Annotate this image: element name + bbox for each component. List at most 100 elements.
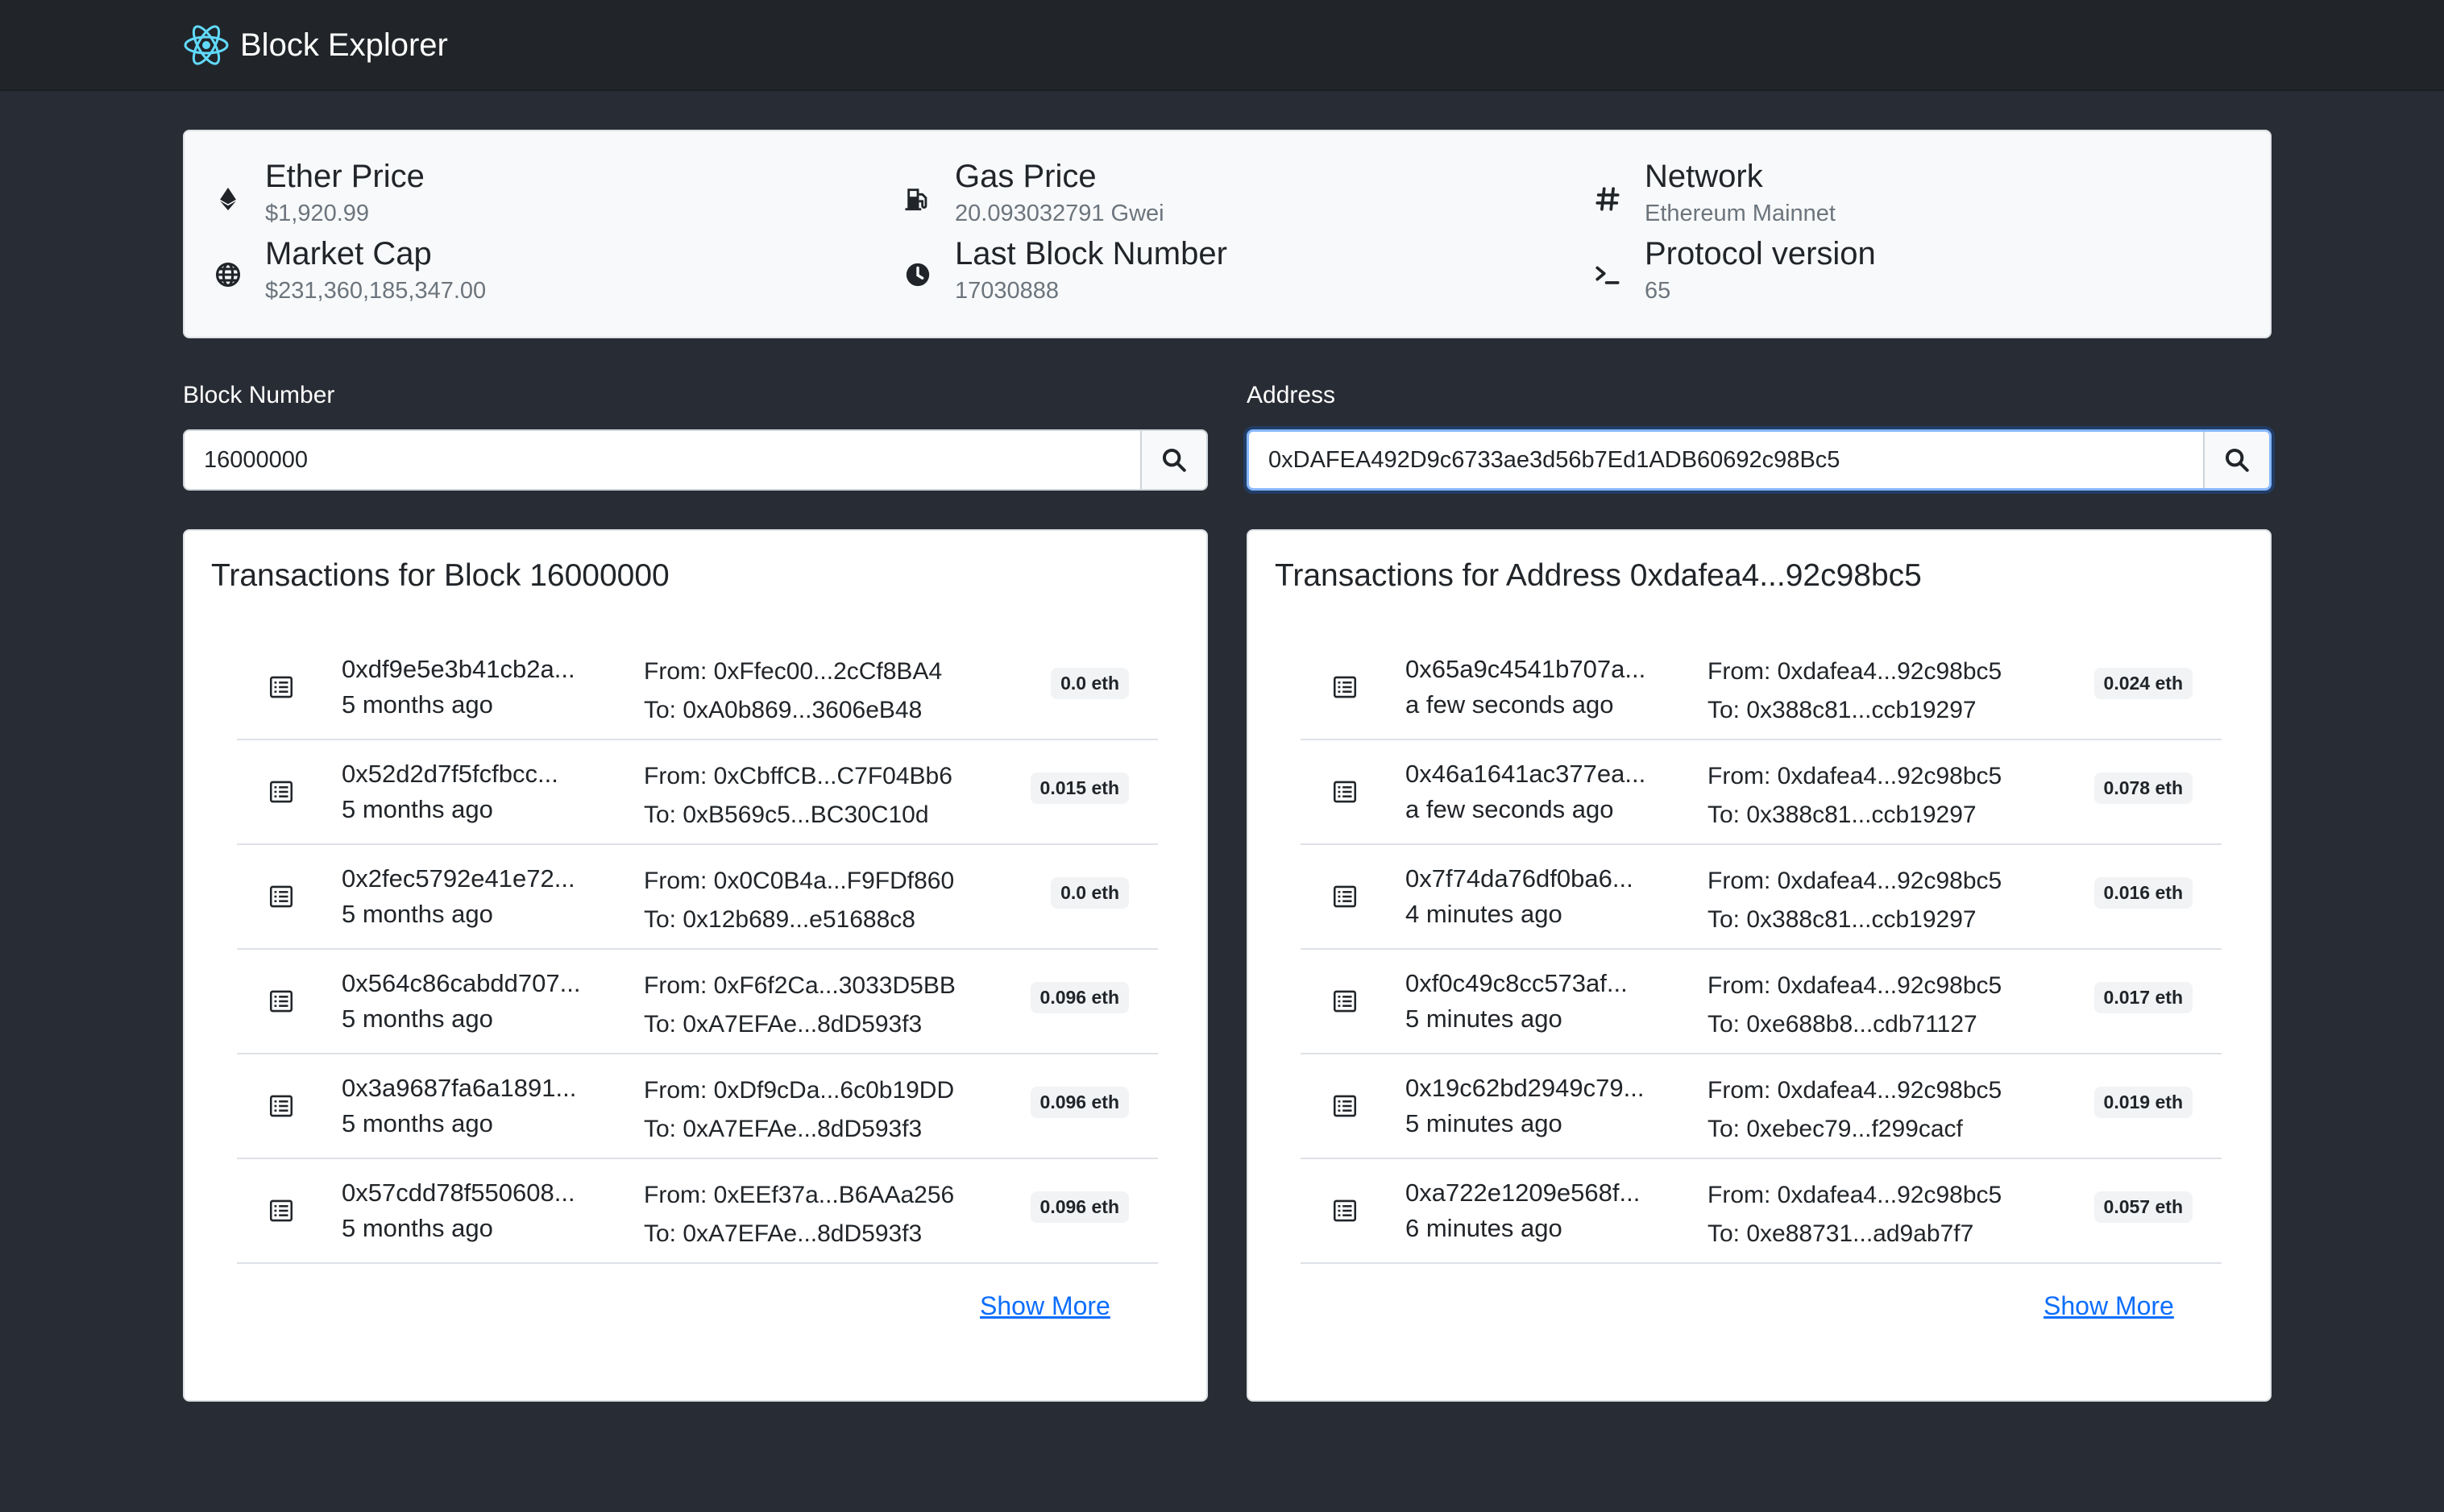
amount-badge: 0.016 eth [2093, 877, 2193, 909]
transaction-age: 5 months ago [342, 690, 493, 719]
address-search-button[interactable] [2203, 432, 2269, 488]
show-more-link[interactable]: Show More [980, 1291, 1110, 1321]
list-icon [268, 778, 295, 806]
amount-badge: 0.015 eth [1030, 773, 1129, 804]
transaction-row[interactable]: 0xa722e1209e568f... 6 minutes ago From: 0x… [1301, 1159, 2222, 1264]
transaction-hash[interactable]: 0xa722e1209e568f... [1405, 1179, 1640, 1208]
transaction-from: From: 0xdafea4...92c98bc5 [1707, 868, 2002, 894]
list-icon [268, 988, 295, 1015]
transaction-to: To: 0xB569c5...BC30C10d [644, 802, 929, 828]
list-icon [1331, 988, 1359, 1015]
transaction-to: To: 0xebec79...f299cacf [1707, 1116, 1963, 1142]
navbar: Block Explorer [0, 0, 2444, 91]
list-icon [1331, 778, 1359, 806]
transaction-from: From: 0xdafea4...92c98bc5 [1707, 1182, 2002, 1208]
transaction-from: From: 0xEEf37a...B6AAa256 [644, 1182, 955, 1208]
list-icon [268, 883, 295, 910]
transaction-age: 5 months ago [342, 900, 493, 928]
transaction-from: From: 0xCbffCB...C7F04Bb6 [644, 763, 952, 789]
amount-badge: 0.078 eth [2093, 773, 2193, 804]
transaction-hash[interactable]: 0x2fec5792e41e72... [342, 864, 575, 893]
transaction-age: 5 months ago [342, 1214, 493, 1242]
transaction-row[interactable]: 0x3a9687fa6a1891... 5 months ago From: 0xD… [237, 1054, 1158, 1159]
transaction-age: 5 minutes ago [1405, 1109, 1562, 1137]
globe-icon [212, 259, 244, 291]
stat-last-block: Last Block Number 17030888 [902, 233, 1227, 307]
amount-badge: 0.096 eth [1030, 1191, 1129, 1223]
amount-badge: 0.024 eth [2093, 668, 2193, 699]
address-transaction-list: 0x65a9c4541b707a... a few seconds ago From… [1301, 636, 2222, 1264]
list-icon [1331, 1092, 1359, 1120]
block-search-group [183, 429, 1208, 491]
transaction-to: To: 0x12b689...e51688c8 [644, 906, 915, 933]
transaction-row[interactable]: 0x2fec5792e41e72... 5 months ago From: 0x0… [237, 845, 1158, 950]
block-transactions-panel: Transactions for Block 16000000 0xdf9e5e… [183, 529, 1208, 1402]
transaction-hash[interactable]: 0x65a9c4541b707a... [1405, 655, 1645, 684]
transaction-age: 5 months ago [342, 1109, 493, 1137]
transaction-hash[interactable]: 0x57cdd78f550608... [342, 1179, 575, 1208]
transaction-to: To: 0x388c81...ccb19297 [1707, 906, 1977, 933]
show-more-link[interactable]: Show More [2044, 1291, 2174, 1321]
transaction-hash[interactable]: 0x19c62bd2949c79... [1405, 1074, 1644, 1103]
amount-badge: 0.0 eth [1051, 877, 1129, 909]
transaction-hash[interactable]: 0xdf9e5e3b41cb2a... [342, 655, 575, 684]
transaction-age: 5 minutes ago [1405, 1005, 1562, 1033]
stat-network: Network Ethereum Mainnet [1591, 155, 1836, 230]
clock-icon [902, 259, 934, 291]
address-input[interactable] [1249, 432, 2203, 488]
transaction-to: To: 0xe688b8...cdb71127 [1707, 1011, 1977, 1038]
transaction-hash[interactable]: 0x3a9687fa6a1891... [342, 1074, 576, 1103]
transaction-from: From: 0xDf9cDa...6c0b19DD [644, 1077, 955, 1104]
transaction-from: From: 0xdafea4...92c98bc5 [1707, 658, 2002, 685]
list-icon [268, 1197, 295, 1224]
block-number-input[interactable] [185, 431, 1140, 489]
address-label: Address [1247, 382, 1336, 408]
app-title: Block Explorer [240, 27, 448, 63]
transaction-age: 6 minutes ago [1405, 1214, 1562, 1242]
transaction-to: To: 0x388c81...ccb19297 [1707, 697, 1977, 723]
amount-badge: 0.0 eth [1051, 668, 1129, 699]
transaction-age: a few seconds ago [1405, 690, 1614, 719]
transaction-row[interactable]: 0x7f74da76df0ba6... 4 minutes ago From: 0x… [1301, 845, 2222, 950]
transaction-hash[interactable]: 0x7f74da76df0ba6... [1405, 864, 1633, 893]
transaction-row[interactable]: 0x46a1641ac377ea... a few seconds ago From… [1301, 740, 2222, 845]
transaction-row[interactable]: 0x52d2d7f5fcfbcc... 5 months ago From: 0xC… [237, 740, 1158, 845]
transaction-row[interactable]: 0x564c86cabdd707... 5 months ago From: 0xF… [237, 950, 1158, 1054]
brand[interactable]: Block Explorer [182, 21, 448, 69]
stat-value: 17030888 [955, 278, 1060, 304]
transaction-age: 4 minutes ago [1405, 900, 1562, 928]
stat-label: Market Cap [265, 236, 432, 271]
transaction-hash[interactable]: 0x564c86cabdd707... [342, 969, 580, 998]
transaction-to: To: 0xe88731...ad9ab7f7 [1707, 1220, 1974, 1247]
transaction-age: 5 months ago [342, 1005, 493, 1033]
panel-title: Transactions for Block 16000000 [211, 558, 670, 593]
transaction-from: From: 0xFfec00...2cCf8BA4 [644, 658, 943, 685]
block-search-button[interactable] [1140, 431, 1206, 489]
search-icon [2225, 448, 2249, 472]
transaction-to: To: 0xA7EFAe...8dD593f3 [644, 1011, 923, 1038]
transaction-from: From: 0xdafea4...92c98bc5 [1707, 1077, 2002, 1104]
list-icon [1331, 673, 1359, 701]
transaction-row[interactable]: 0x57cdd78f550608... 5 months ago From: 0xE… [237, 1159, 1158, 1264]
transaction-hash[interactable]: 0x52d2d7f5fcfbcc... [342, 760, 558, 789]
transaction-hash[interactable]: 0xf0c49c8cc573af... [1405, 969, 1628, 998]
stat-gas-price: Gas Price 20.093032791 Gwei [902, 155, 1164, 230]
ethereum-icon [212, 183, 244, 215]
transaction-row[interactable]: 0x65a9c4541b707a... a few seconds ago From… [1301, 636, 2222, 740]
transaction-from: From: 0xdafea4...92c98bc5 [1707, 972, 2002, 999]
stat-label: Gas Price [955, 159, 1097, 194]
hash-icon [1591, 183, 1624, 215]
stat-label: Last Block Number [955, 236, 1227, 271]
stat-value: $1,920.99 [265, 201, 370, 226]
address-search-group [1247, 429, 2272, 491]
block-number-label: Block Number [183, 382, 335, 408]
transaction-row[interactable]: 0x19c62bd2949c79... 5 minutes ago From: 0x… [1301, 1054, 2222, 1159]
transaction-row[interactable]: 0xf0c49c8cc573af... 5 minutes ago From: 0x… [1301, 950, 2222, 1054]
stat-value: Ethereum Mainnet [1645, 201, 1836, 226]
transaction-hash[interactable]: 0x46a1641ac377ea... [1405, 760, 1645, 789]
amount-badge: 0.096 eth [1030, 982, 1129, 1013]
network-stats-card: Ether Price $1,920.99 Market Cap $231,36… [183, 130, 2272, 338]
stat-value: 65 [1645, 278, 1671, 304]
transaction-row[interactable]: 0xdf9e5e3b41cb2a... 5 months ago From: 0xF… [237, 636, 1158, 740]
stat-market-cap: Market Cap $231,360,185,347.00 [212, 233, 486, 307]
